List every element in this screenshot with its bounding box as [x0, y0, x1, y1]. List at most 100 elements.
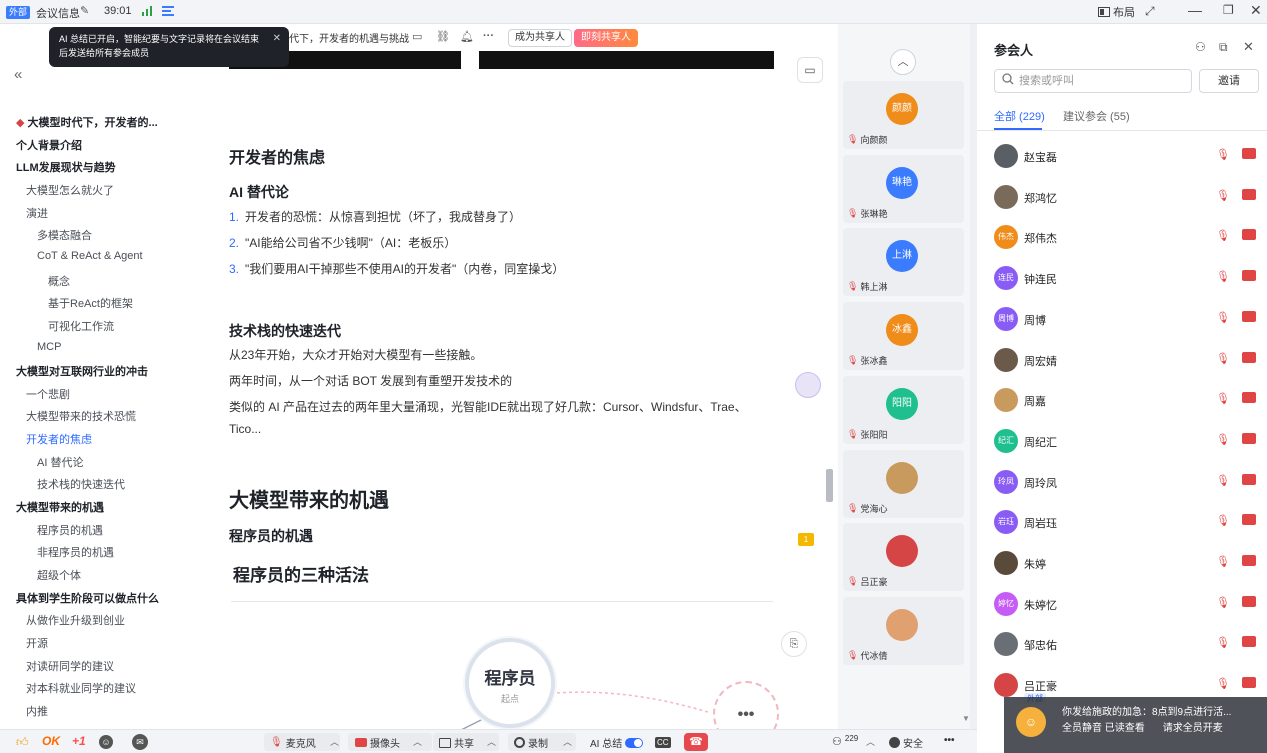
camera-off-icon[interactable]	[1242, 514, 1256, 526]
mic-muted-icon[interactable]: 🎙︎	[1216, 636, 1230, 649]
popout-icon[interactable]: ⧉	[1219, 40, 1228, 55]
camera-off-icon[interactable]	[1242, 555, 1256, 566]
mic-muted-icon[interactable]: 🎙︎	[1216, 148, 1230, 161]
toc-item[interactable]: 大模型带来的机遇	[16, 499, 104, 515]
bell-icon[interactable]: 🔔︎	[460, 30, 474, 43]
more-button[interactable]: •••	[944, 735, 955, 746]
mic-muted-icon[interactable]: 🎙︎	[1216, 311, 1230, 324]
meeting-info-button[interactable]: 会议信息	[36, 5, 80, 21]
record-button[interactable]: 录制	[514, 735, 548, 750]
toc-item[interactable]: AI 替代论	[37, 454, 83, 470]
toc-item[interactable]: 开源	[26, 635, 48, 651]
more-icon[interactable]: ···	[483, 30, 494, 42]
chevron-up-icon[interactable]: ︿	[413, 735, 422, 748]
participant-row[interactable]: 周宏婧 🎙︎	[994, 346, 1264, 374]
instant-share-button[interactable]: 即刻共享人	[574, 29, 638, 47]
urgent-notice[interactable]: ☺ 你发给施政的加急：8点到9点进行活... 全员静音 已读查看 请求全员开麦	[1004, 697, 1267, 753]
mic-muted-icon[interactable]: 🎙︎	[1216, 514, 1230, 527]
camera-off-icon[interactable]	[1242, 473, 1256, 485]
plus-one-reaction[interactable]: +1	[72, 734, 86, 748]
request-unmute-all[interactable]: 请求全员开麦	[1163, 721, 1223, 737]
mic-muted-icon[interactable]: 🎙︎	[1216, 433, 1230, 446]
mic-muted-icon[interactable]: 🎙︎	[1216, 229, 1230, 242]
toc-item[interactable]: 一个悲剧	[26, 386, 70, 402]
close-panel-icon[interactable]: ✕	[1243, 39, 1254, 55]
mic-muted-icon[interactable]: 🎙︎	[1216, 270, 1230, 283]
notice-line2[interactable]: 全员静音 已读查看	[1062, 721, 1145, 737]
video-tile[interactable]: 颜颜 🎙︎ 向颜颜	[843, 81, 964, 149]
camera-button[interactable]: 摄像头	[355, 735, 400, 750]
video-tile[interactable]: 🎙︎ 吕正豪	[843, 523, 964, 592]
video-tile[interactable]: 🎙︎ 代冰倩	[843, 596, 964, 665]
toc-item[interactable]: 个人背景介绍	[16, 137, 82, 153]
toc-item[interactable]: 大模型带来的技术恐慌	[26, 408, 136, 424]
ok-reaction[interactable]: OK	[42, 734, 60, 748]
scroll-down-icon[interactable]: ▼	[962, 714, 970, 723]
chevron-up-icon[interactable]: ︿	[330, 735, 339, 748]
camera-off-icon[interactable]	[1242, 677, 1256, 689]
notes-icon[interactable]	[162, 6, 174, 16]
camera-off-icon[interactable]	[1242, 188, 1256, 200]
camera-off-icon[interactable]	[1242, 595, 1256, 607]
toc-item[interactable]: 技术栈的快速迭代	[37, 476, 125, 492]
restore-icon[interactable]: ❐	[1223, 3, 1234, 17]
toc-item[interactable]: 非程序员的机遇	[37, 544, 114, 560]
toc-item[interactable]: 程序员的机遇	[37, 522, 103, 538]
participant-row[interactable]: 玲凤 周玲凤 🎙︎	[994, 468, 1264, 496]
mic-button[interactable]: 🎙︎ 麦克风	[270, 735, 316, 750]
video-tile[interactable]: 🎙︎ 党海心	[843, 449, 964, 518]
participant-row[interactable]: 伟杰 郑伟杰 🎙︎	[994, 223, 1264, 251]
emoji-icon[interactable]: ☺	[99, 735, 113, 749]
toc-item[interactable]: 具体到学生阶段可以做点什么	[16, 590, 159, 606]
link-icon[interactable]: ⛓	[436, 30, 450, 43]
toc-item[interactable]: 开发者的焦虑	[26, 431, 92, 447]
participant-row[interactable]: 周嘉 🎙︎	[994, 386, 1264, 414]
participant-row[interactable]: 赵宝磊 🎙︎	[994, 142, 1264, 170]
camera-off-icon[interactable]	[1242, 392, 1256, 404]
camera-off-icon[interactable]	[1242, 310, 1256, 322]
chevron-up-icon[interactable]: ︿	[890, 49, 916, 75]
toc-item[interactable]: 大模型怎么就火了	[26, 182, 114, 198]
chevron-up-icon[interactable]: ︿	[487, 735, 496, 748]
participant-row[interactable]: 连民 钟连民 🎙︎	[994, 264, 1264, 292]
mic-muted-icon[interactable]: 🎙︎	[1216, 596, 1230, 609]
participant-row[interactable]: 邹忠佑 🎙︎	[994, 630, 1264, 658]
participant-row[interactable]: 吕正豪🎙︎外部	[994, 671, 1264, 705]
mic-muted-icon[interactable]: 🎙︎	[1216, 392, 1230, 405]
close-icon[interactable]: ✕	[273, 32, 281, 46]
camera-off-icon[interactable]	[1242, 270, 1256, 282]
toc-item[interactable]: 内推	[26, 703, 48, 719]
camera-off-icon[interactable]	[1242, 229, 1256, 241]
toc-item[interactable]: ◆ 大模型时代下，开发者的...	[16, 114, 158, 130]
chevron-up-icon[interactable]: ︿	[563, 735, 572, 748]
search-input[interactable]: 搜索或呼叫	[994, 69, 1192, 93]
participant-row[interactable]: 周博 周博 🎙︎	[994, 305, 1264, 333]
mic-muted-icon[interactable]: 🎙︎	[1216, 677, 1230, 690]
toc-item[interactable]: 多模态融合	[37, 227, 92, 243]
fullscreen-icon[interactable]: ⤢	[1145, 4, 1155, 19]
thumbs-up-icon[interactable]: 👍︎	[16, 735, 29, 750]
toc-item[interactable]: 概念	[48, 273, 70, 289]
comment-count-badge[interactable]: 1	[798, 533, 814, 546]
participant-row[interactable]: 朱婷 🎙︎	[994, 549, 1264, 577]
become-sharer-button[interactable]: 成为共享人	[508, 29, 572, 47]
manage-icon[interactable]: ⚇	[1195, 40, 1206, 54]
edit-icon[interactable]: ✎	[80, 4, 89, 17]
hang-up-button[interactable]: ☎	[684, 733, 708, 751]
toc-item[interactable]: 可视化工作流	[48, 318, 114, 334]
mic-muted-icon[interactable]: 🎙︎	[1216, 352, 1230, 365]
chat-icon[interactable]: ✉	[132, 734, 148, 750]
tab-all[interactable]: 全部 (229)	[994, 108, 1045, 124]
video-tile[interactable]: 冰鑫 🎙︎ 张冰鑫	[843, 302, 964, 371]
camera-off-icon[interactable]	[1242, 432, 1256, 444]
assistant-avatar[interactable]	[795, 372, 821, 398]
participant-row[interactable]: 纪汇 周纪汇 🎙︎	[994, 427, 1264, 455]
participant-row[interactable]: 婷忆 朱婷忆 🎙︎	[994, 590, 1264, 618]
chevron-up-icon[interactable]: ︿	[866, 735, 875, 748]
mic-muted-icon[interactable]: 🎙︎	[1216, 555, 1230, 568]
toc-item[interactable]: 基于ReAct的框架	[48, 295, 133, 311]
toc-item[interactable]: 大模型对互联网行业的冲击	[16, 363, 148, 379]
participant-row[interactable]: 岩珏 周岩珏 🎙︎	[994, 508, 1264, 536]
security-button[interactable]: 安全	[889, 735, 923, 750]
calendar-icon[interactable]: ▭	[412, 30, 422, 43]
